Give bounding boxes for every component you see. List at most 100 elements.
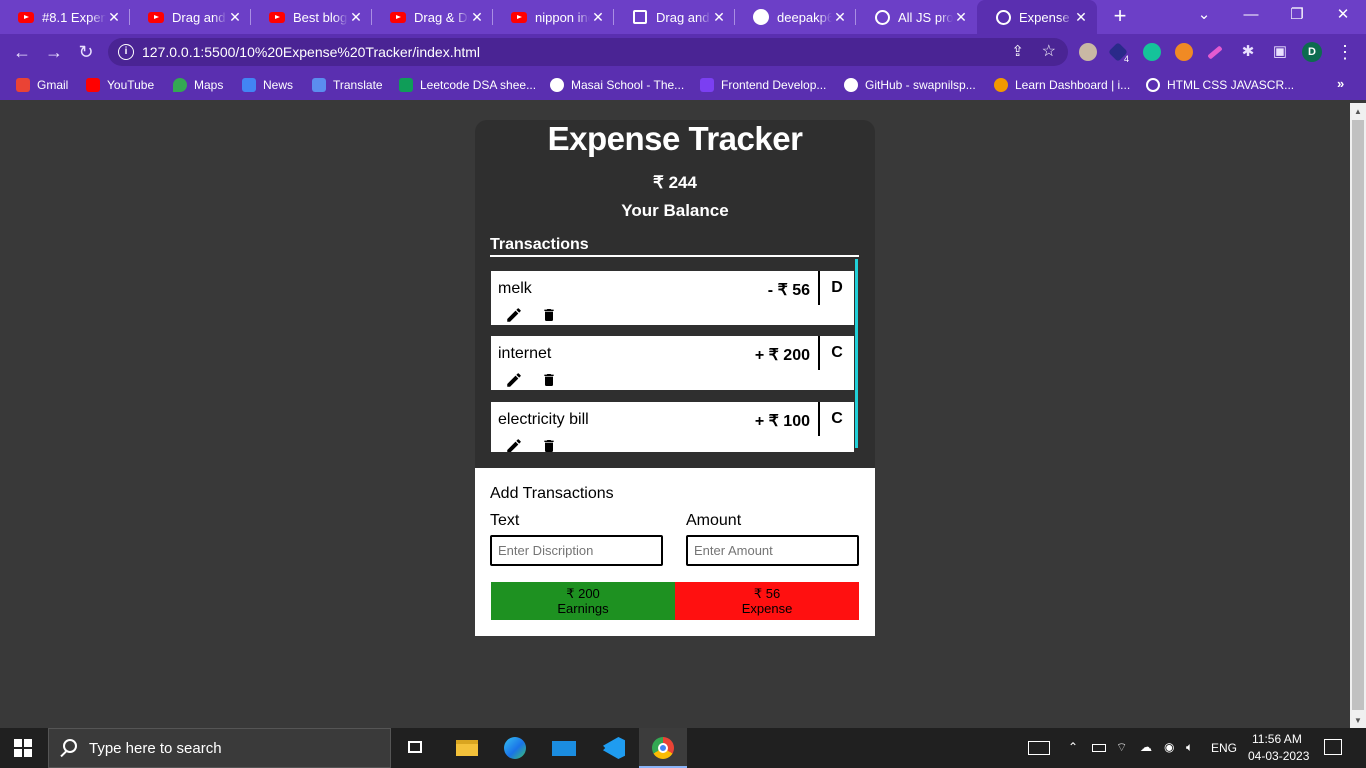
- file-explorer-icon[interactable]: [442, 728, 490, 768]
- chrome-icon[interactable]: [639, 728, 687, 768]
- minimize-button[interactable]: —: [1228, 0, 1274, 30]
- meet-now-icon[interactable]: ◉: [1164, 740, 1174, 754]
- transaction-amount: + ₹ 200: [754, 347, 810, 364]
- grammarly-icon[interactable]: [1143, 43, 1161, 61]
- taskbar-search-box[interactable]: Type here to search: [48, 728, 391, 768]
- tab-3[interactable]: Best blogging ✕: [251, 0, 372, 34]
- tab-close-icon[interactable]: ✕: [1073, 9, 1089, 26]
- tab-close-icon[interactable]: ✕: [953, 9, 969, 26]
- bookmark-label: Translate: [333, 78, 383, 92]
- transactions-scroll-indicator[interactable]: [855, 259, 858, 448]
- mail-icon[interactable]: [540, 728, 588, 768]
- tab-2[interactable]: Drag and Drop ✕: [130, 0, 251, 34]
- tab-close-icon[interactable]: ✕: [590, 9, 606, 26]
- expense-tracker-card: Expense Tracker ₹ 244 Your Balance Trans…: [475, 120, 875, 636]
- bookmark-news[interactable]: News: [242, 77, 293, 93]
- bookmark-learn-dashboard[interactable]: Learn Dashboard | i...: [994, 77, 1130, 93]
- browser-menu-icon[interactable]: ⋮: [1336, 40, 1354, 64]
- earnings-button[interactable]: ₹ 200 Earnings: [491, 582, 675, 620]
- bookmark-masai-school[interactable]: Masai School - The...: [550, 77, 684, 93]
- edit-pencil-icon[interactable]: [505, 437, 523, 452]
- tab-5[interactable]: nippon india ✕: [493, 0, 614, 34]
- windows-start-icon[interactable]: [14, 739, 32, 757]
- tab-close-icon[interactable]: ✕: [469, 9, 485, 26]
- bookmark-maps[interactable]: Maps: [173, 77, 223, 93]
- tab-close-icon[interactable]: ✕: [711, 9, 727, 26]
- reload-icon[interactable]: ↻: [74, 40, 98, 64]
- masai-icon: [550, 78, 564, 92]
- edit-pencil-icon[interactable]: [505, 371, 523, 389]
- volume-icon[interactable]: 🔈︎: [1186, 740, 1193, 755]
- transaction-item: internet + ₹ 200 C: [491, 336, 854, 390]
- extension-owl-icon[interactable]: [1079, 43, 1097, 61]
- taskbar-search-placeholder: Type here to search: [89, 740, 222, 757]
- more-bookmarks-chevron-icon[interactable]: »: [1337, 76, 1344, 91]
- tab-close-icon[interactable]: ✕: [832, 9, 848, 26]
- clock-time[interactable]: 11:56 AM: [1252, 732, 1302, 746]
- gmail-icon: [16, 78, 30, 92]
- bookmark-star-icon[interactable]: ☆: [1042, 41, 1056, 61]
- transactions-list[interactable]: melk - ₹ 56 D internet + ₹ 200 C electri…: [491, 259, 859, 452]
- expense-button[interactable]: ₹ 56 Expense: [675, 582, 859, 620]
- edit-pencil-icon[interactable]: [505, 306, 523, 324]
- bookmark-github[interactable]: GitHub - swapnilsp...: [844, 77, 976, 93]
- amount-input[interactable]: [686, 535, 859, 566]
- delete-trash-icon[interactable]: [541, 371, 557, 389]
- balance-label: Your Balance: [621, 201, 729, 220]
- transaction-item: melk - ₹ 56 D: [491, 271, 854, 325]
- forward-arrow-icon[interactable]: →: [42, 40, 66, 64]
- extensions-puzzle-icon[interactable]: ✱: [1236, 40, 1260, 64]
- bookmark-youtube[interactable]: YouTube: [86, 77, 154, 93]
- extension-fox-icon[interactable]: [1175, 43, 1193, 61]
- battery-icon[interactable]: [1092, 744, 1106, 752]
- tab-4[interactable]: Drag & Drop ✕: [372, 0, 493, 34]
- tab-expense-tracker[interactable]: Expense Tracker ✕: [977, 0, 1097, 34]
- extension-pen-icon[interactable]: [1207, 45, 1223, 60]
- tab-6[interactable]: Drag and Drop ✕: [614, 0, 735, 34]
- delete-trash-icon[interactable]: [541, 306, 557, 324]
- show-hidden-icons-chevron-icon[interactable]: ⌃: [1068, 740, 1078, 754]
- restore-button[interactable]: ❐: [1274, 0, 1320, 30]
- extension-badge: 4: [1124, 54, 1130, 64]
- tab-1[interactable]: #8.1 Expense ✕: [0, 0, 130, 34]
- address-bar[interactable]: i 127.0.0.1:5500/10%20Expense%20Tracker/…: [108, 38, 1068, 66]
- tab-8[interactable]: All JS projects ✕: [856, 0, 977, 34]
- tab-close-icon[interactable]: ✕: [348, 9, 364, 26]
- description-input[interactable]: [490, 535, 663, 566]
- wifi-icon[interactable]: ⌔: [1116, 740, 1127, 755]
- vscode-icon[interactable]: [589, 728, 637, 768]
- bookmark-gmail[interactable]: Gmail: [16, 77, 68, 93]
- maps-icon: [173, 78, 187, 92]
- tab-close-icon[interactable]: ✕: [106, 9, 122, 26]
- scroll-down-arrow-icon[interactable]: ▼: [1354, 716, 1362, 725]
- task-view-icon[interactable]: [392, 728, 440, 768]
- tab-search-chevron-icon[interactable]: ⌄: [1181, 0, 1227, 30]
- scroll-up-arrow-icon[interactable]: ▲: [1354, 107, 1362, 116]
- side-panel-icon[interactable]: ▣: [1268, 40, 1292, 64]
- close-window-button[interactable]: ✕: [1320, 0, 1366, 30]
- language-indicator[interactable]: ENG: [1211, 741, 1237, 755]
- bookmark-leetcode-sheet[interactable]: Leetcode DSA shee...: [399, 77, 536, 93]
- notifications-icon[interactable]: [1324, 739, 1342, 755]
- bookmark-html-css-js[interactable]: HTML CSS JAVASCR...: [1146, 77, 1294, 93]
- transaction-type: C: [818, 336, 854, 370]
- site-info-icon[interactable]: i: [118, 44, 134, 60]
- tab-close-icon[interactable]: ✕: [227, 9, 243, 26]
- share-icon[interactable]: ⇪: [1011, 42, 1024, 60]
- transaction-item: electricity bill + ₹ 100 C: [491, 402, 854, 452]
- keyboard-layout-icon[interactable]: [1028, 741, 1050, 755]
- bookmark-translate[interactable]: Translate: [312, 77, 383, 93]
- edge-browser-icon[interactable]: [491, 728, 539, 768]
- page-scrollbar[interactable]: ▲ ▼: [1350, 103, 1366, 728]
- text-label: Text: [490, 512, 520, 529]
- bookmark-label: GitHub - swapnilsp...: [865, 78, 976, 92]
- scrollbar-thumb[interactable]: [1352, 120, 1364, 710]
- cloud-icon[interactable]: ☁: [1140, 740, 1152, 754]
- tab-7[interactable]: deepakp62 ✕: [735, 0, 856, 34]
- profile-avatar[interactable]: D: [1302, 42, 1322, 62]
- new-tab-button[interactable]: +: [1108, 5, 1132, 29]
- clock-date[interactable]: 04-03-2023: [1248, 749, 1309, 763]
- delete-trash-icon[interactable]: [541, 437, 557, 452]
- back-arrow-icon[interactable]: ←: [10, 40, 34, 64]
- bookmark-frontend-developer[interactable]: Frontend Develop...: [700, 77, 826, 93]
